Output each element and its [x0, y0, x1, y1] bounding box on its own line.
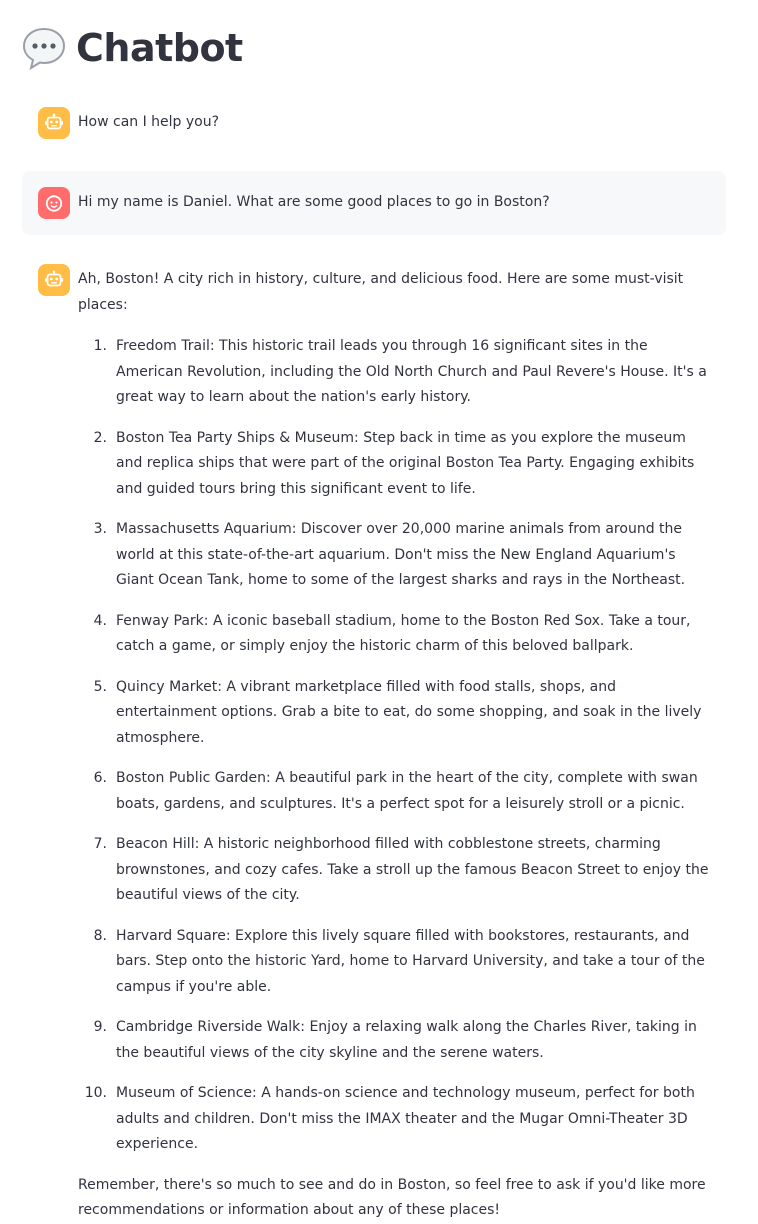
speech-bubble-icon — [20, 24, 68, 72]
page-header: Chatbot — [20, 20, 243, 76]
list-item: 7. Beacon Hill: A historic neighborhood f… — [78, 832, 710, 909]
list-item: 8. Harvard Square: Explore this lively sq… — [78, 924, 710, 1001]
list-item-text: Boston Tea Party Ships & Museum: Step ba… — [116, 429, 695, 497]
list-item-text: Massachusetts Aquarium: Discover over 20… — [116, 521, 686, 588]
list-item-text: Boston Public Garden: A beautiful park i… — [116, 770, 698, 812]
answer-intro: Ah, Boston! A city rich in history, cult… — [78, 271, 684, 313]
list-item: 5. Quincy Market: A vibrant marketplace f… — [78, 675, 710, 752]
list-item-number: 2. — [93, 429, 107, 446]
list-item: 4. Fenway Park: A iconic baseball stadium… — [78, 609, 710, 660]
list-item-number: 6. — [93, 770, 107, 786]
list-item-text: Fenway Park: A iconic baseball stadium, … — [116, 612, 691, 655]
list-item-text: Beacon Hill: A historic neighborhood fil… — [116, 836, 709, 903]
list-item-number: 5. — [93, 678, 107, 695]
answer-closing: Remember, there's so much to see and do … — [78, 1176, 706, 1219]
list-item: 1. Freedom Trail: This historic trail lea… — [78, 334, 710, 411]
list-item-number: 4. — [93, 612, 107, 629]
list-item-number: 3. — [93, 521, 107, 537]
list-item-text: Quincy Market: A vibrant marketplace fil… — [116, 678, 702, 746]
message-content: Ah, Boston! A city rich in history, cult… — [78, 264, 710, 1224]
message-text: Hi my name is Daniel. What are some good… — [78, 194, 550, 210]
list-item-number: 7. — [93, 836, 107, 852]
chat-message-assistant: How can I help you? — [22, 107, 726, 139]
robot-icon — [38, 264, 70, 296]
list-item-number: 8. — [93, 927, 107, 944]
list-item: 3. Massachusetts Aquarium: Discover over … — [78, 517, 710, 594]
robot-icon — [38, 107, 70, 139]
list-item-text: Cambridge Riverside Walk: Enjoy a relaxi… — [116, 1019, 697, 1061]
places-list: 1. Freedom Trail: This historic trail lea… — [78, 334, 710, 1158]
chat-message-assistant: Ah, Boston! A city rich in history, cult… — [22, 264, 726, 1224]
chat-message-user: Hi my name is Daniel. What are some good… — [22, 171, 726, 235]
message-text: How can I help you? — [78, 114, 220, 130]
list-item-number: 1. — [93, 338, 107, 354]
list-item: 2. Boston Tea Party Ships & Museum: Step … — [78, 426, 710, 503]
list-item-text: Harvard Square: Explore this lively squa… — [116, 927, 705, 995]
smiley-face-icon — [38, 187, 70, 219]
list-item-number: 10. — [84, 1085, 107, 1101]
page-title: Chatbot — [76, 26, 243, 70]
list-item-text: Freedom Trail: This historic trail leads… — [116, 338, 707, 405]
list-item-number: 9. — [93, 1019, 107, 1035]
list-item: 10. Museum of Science: A hands-on science… — [78, 1081, 710, 1158]
list-item: 9. Cambridge Riverside Walk: Enjoy a rela… — [78, 1015, 710, 1066]
list-item-text: Museum of Science: A hands-on science an… — [116, 1085, 695, 1152]
list-item: 6. Boston Public Garden: A beautiful park… — [78, 766, 710, 817]
